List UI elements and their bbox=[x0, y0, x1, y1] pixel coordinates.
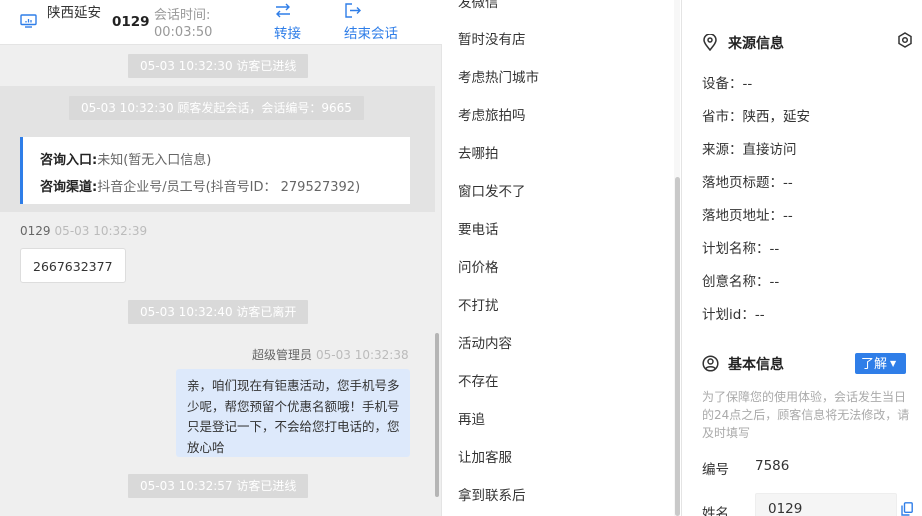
transfer-button[interactable]: 转接 bbox=[274, 2, 301, 42]
basic-info-title: 基本信息 bbox=[728, 357, 784, 373]
channel-label: 咨询渠道: bbox=[40, 180, 98, 195]
source-info-header: 来源信息 bbox=[702, 33, 784, 53]
quick-reply-item[interactable]: 问价格 bbox=[458, 256, 499, 276]
monitor-icon bbox=[20, 14, 37, 28]
chat-header: 陕西延安 0129 会话时间: 00:03:50 转接 结束会话 bbox=[0, 0, 442, 45]
end-session-button[interactable]: 结束会话 bbox=[344, 2, 398, 42]
message-time: 05-03 10:32:38 bbox=[316, 348, 409, 362]
quick-reply-item[interactable]: 让加客服 bbox=[458, 446, 512, 466]
id-label: 编号 bbox=[702, 462, 729, 478]
entry-value: 未知(暂无入口信息) bbox=[97, 153, 212, 168]
system-notice: 05-03 10:32:40 访客已离开 bbox=[128, 300, 309, 324]
session-time-label: 会话时间: bbox=[154, 8, 211, 23]
quick-reply-item[interactable]: 考虑热门城市 bbox=[458, 66, 539, 86]
copy-icon[interactable] bbox=[901, 502, 913, 516]
basic-info-header: 基本信息 bbox=[702, 354, 784, 374]
caret-down-icon: ▼ bbox=[890, 359, 897, 368]
session-time-value: 00:03:50 bbox=[154, 25, 213, 40]
exit-icon bbox=[345, 3, 361, 18]
quick-reply-item[interactable]: 发微信 bbox=[458, 0, 499, 11]
system-notice: 05-03 10:32:30 访客已进线 bbox=[128, 54, 309, 78]
quick-reply-item[interactable]: 再追 bbox=[458, 408, 485, 428]
visitor-info-panel: 来源信息 设备：-- 省市：陕西，延安 来源：直接访问 落地页标题：-- 落地页… bbox=[682, 0, 922, 516]
channel-value: 抖音企业号/员工号(抖音号ID： 279527392) bbox=[97, 180, 361, 195]
name-label: 姓名 bbox=[702, 506, 729, 516]
quick-reply-item[interactable]: 要电话 bbox=[458, 218, 499, 238]
quick-reply-item[interactable]: 窗口发不了 bbox=[458, 180, 526, 200]
creative-name-info: 创意名称：-- bbox=[702, 274, 780, 290]
id-value: 7586 bbox=[755, 458, 790, 474]
device-info: 设备：-- bbox=[702, 76, 753, 92]
chat-panel: 陕西延安 0129 会话时间: 00:03:50 转接 结束会话 05-03 1… bbox=[0, 0, 442, 516]
gear-icon[interactable] bbox=[897, 32, 913, 48]
agent-message-bubble[interactable]: 亲，咱们现在有钜惠活动，您手机号多少呢，帮您预留个优惠名额哦！手机号只是登记一下… bbox=[176, 369, 410, 457]
edit-deadline-notice: 为了保障您的使用体验，会话发生当日的24点之后，顾客信息将无法修改，请及时填写 bbox=[702, 390, 910, 440]
end-session-label: 结束会话 bbox=[344, 26, 398, 42]
quick-reply-item[interactable]: 暂时没有店 bbox=[458, 28, 526, 48]
chat-scrollbar[interactable] bbox=[435, 333, 439, 497]
visitor-location: 陕西延安 bbox=[47, 5, 101, 21]
name-field[interactable]: 0129 bbox=[755, 493, 897, 516]
quick-reply-item[interactable]: 不打扰 bbox=[458, 294, 499, 314]
quick-reply-item[interactable]: 考虑旅拍吗 bbox=[458, 104, 526, 124]
transfer-label: 转接 bbox=[274, 26, 301, 42]
visitor-name: 0129 bbox=[20, 224, 51, 238]
entry-label: 咨询入口: bbox=[40, 153, 98, 168]
location-pin-icon bbox=[703, 34, 717, 51]
landing-url-info: 落地页地址：-- bbox=[702, 208, 793, 224]
message-time: 05-03 10:32:39 bbox=[54, 224, 148, 238]
consult-entry-card: 咨询入口:未知(暂无入口信息) 咨询渠道:抖音企业号/员工号(抖音号ID： 27… bbox=[20, 137, 410, 204]
agent-name: 超级管理员 bbox=[252, 348, 313, 362]
visitor-message-meta: 0129 05-03 10:32:39 bbox=[20, 224, 147, 238]
source-info-title: 来源信息 bbox=[728, 36, 784, 52]
plan-id-info: 计划id：-- bbox=[702, 307, 765, 323]
transfer-arrows-icon bbox=[276, 3, 290, 18]
landing-title-info: 落地页标题：-- bbox=[702, 175, 793, 191]
quick-reply-item[interactable]: 不存在 bbox=[458, 370, 499, 390]
quick-reply-panel: 发微信 暂时没有店 考虑热门城市 考虑旅拍吗 去哪拍 窗口发不了 要电话 问价格… bbox=[442, 0, 682, 516]
visitor-message-bubble[interactable]: 2667632377 bbox=[20, 248, 126, 283]
quick-reply-item[interactable]: 活动内容 bbox=[458, 332, 512, 352]
learn-more-button[interactable]: 了解 ▼ bbox=[855, 353, 906, 374]
quick-reply-item[interactable]: 去哪拍 bbox=[458, 142, 499, 162]
system-notice: 05-03 10:32:57 访客已进线 bbox=[128, 474, 309, 498]
learn-more-label: 了解 bbox=[861, 357, 888, 372]
source-info: 来源：直接访问 bbox=[702, 142, 797, 158]
quick-reply-scrollbar[interactable] bbox=[675, 177, 680, 516]
system-notice: 05-03 10:32:30 顾客发起会话，会话编号：9665 bbox=[69, 96, 364, 120]
province-city-info: 省市：陕西，延安 bbox=[702, 109, 810, 125]
agent-message-meta: 超级管理员 05-03 10:32:38 bbox=[252, 346, 409, 363]
quick-reply-item[interactable]: 拿到联系后 bbox=[458, 484, 526, 504]
visitor-id: 0129 bbox=[112, 14, 150, 30]
user-circle-icon bbox=[702, 355, 719, 372]
plan-name-info: 计划名称：-- bbox=[702, 241, 780, 257]
